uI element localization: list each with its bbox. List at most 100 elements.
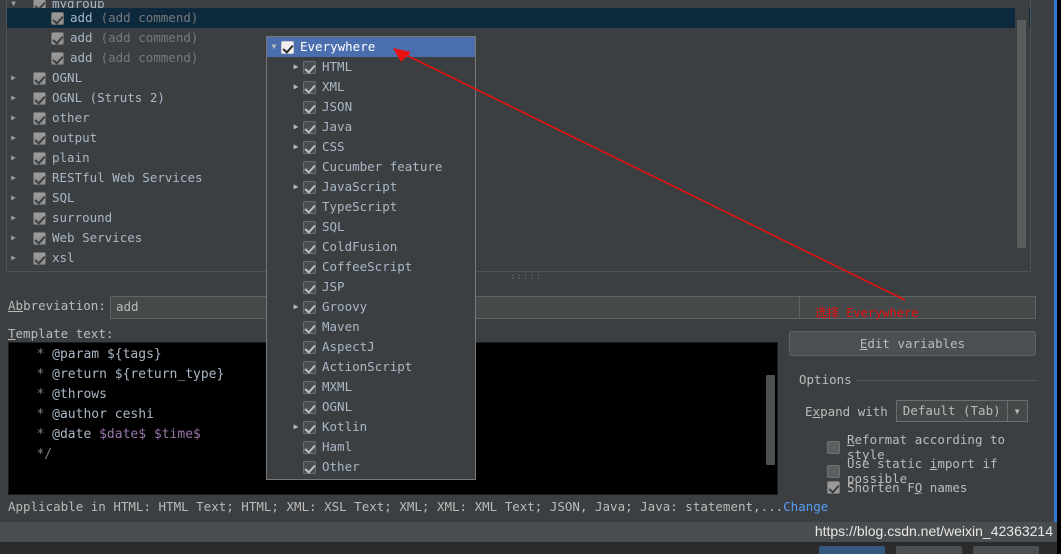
popup-row-checkbox[interactable] <box>303 100 316 114</box>
popup-row[interactable]: CSS <box>267 137 475 157</box>
popup-row-checkbox[interactable] <box>303 340 316 354</box>
popup-expand-arrow[interactable] <box>289 417 303 437</box>
tree-row-checkbox[interactable] <box>33 231 46 245</box>
editor-scrollbar-thumb[interactable] <box>766 375 775 465</box>
popup-expand-arrow[interactable] <box>289 57 303 77</box>
chevron-down-icon[interactable]: ▼ <box>1006 401 1027 421</box>
popup-row[interactable]: ActionScript <box>267 357 475 377</box>
tree-row-checkbox[interactable] <box>33 171 46 185</box>
tree-row-checkbox[interactable] <box>51 51 64 65</box>
tree-expand-arrow[interactable] <box>7 88 20 108</box>
popup-row-checkbox[interactable] <box>303 460 316 474</box>
popup-row-checkbox[interactable] <box>303 440 316 454</box>
popup-row-checkbox[interactable] <box>303 60 316 74</box>
popup-row-checkbox[interactable] <box>303 380 316 394</box>
popup-row[interactable]: ColdFusion <box>267 237 475 257</box>
tree-row-checkbox[interactable] <box>51 31 64 45</box>
popup-row[interactable]: Groovy <box>267 297 475 317</box>
popup-row[interactable]: Java <box>267 117 475 137</box>
tree-expand-arrow[interactable] <box>7 228 20 248</box>
tree-row-checkbox[interactable] <box>33 251 46 265</box>
popup-row[interactable]: Cucumber feature <box>267 157 475 177</box>
tree-row[interactable]: OGNL (Struts 2) <box>7 88 1030 108</box>
tree-row[interactable]: xsl <box>7 248 1030 268</box>
tree-expand-arrow[interactable] <box>7 208 20 228</box>
popup-row[interactable]: JSP <box>267 277 475 297</box>
popup-expand-arrow[interactable] <box>289 297 303 317</box>
popup-expand-arrow[interactable] <box>289 117 303 137</box>
expand-with-select[interactable]: Default (Tab) ▼ <box>895 400 1028 422</box>
template-groups-tree[interactable]: mygroupadd(add commend)add(add commend)a… <box>6 0 1031 272</box>
popup-row[interactable]: Kotlin <box>267 417 475 437</box>
popup-expand-arrow[interactable] <box>289 77 303 97</box>
tree-row-checkbox[interactable] <box>51 11 64 25</box>
splitter-handle[interactable]: ::::: <box>510 273 541 282</box>
tree-expand-arrow[interactable] <box>7 168 20 188</box>
popup-row[interactable]: Haml <box>267 437 475 457</box>
ok-button[interactable] <box>819 546 885 554</box>
popup-row[interactable]: HTML <box>267 57 475 77</box>
tree-expand-arrow[interactable] <box>7 188 20 208</box>
popup-row[interactable]: XML <box>267 77 475 97</box>
tree-expand-arrow[interactable] <box>7 148 20 168</box>
tree-row[interactable]: add (add commend) <box>7 48 1030 68</box>
popup-row-checkbox[interactable] <box>303 280 316 294</box>
popup-row-checkbox[interactable] <box>303 200 316 214</box>
popup-expand-arrow[interactable] <box>289 137 303 157</box>
tree-row[interactable]: plain <box>7 148 1030 168</box>
popup-row[interactable]: CoffeeScript <box>267 257 475 277</box>
popup-row[interactable]: MXML <box>267 377 475 397</box>
tree-expand-arrow[interactable] <box>7 248 20 268</box>
popup-row-checkbox[interactable] <box>303 180 316 194</box>
tree-row[interactable]: SQL <box>7 188 1030 208</box>
popup-row-checkbox[interactable] <box>303 420 316 434</box>
popup-row[interactable]: JavaScript <box>267 177 475 197</box>
reformat-checkbox[interactable] <box>827 440 840 454</box>
change-context-link[interactable]: Change <box>783 499 828 514</box>
popup-row-checkbox[interactable] <box>303 260 316 274</box>
popup-expand-arrow[interactable] <box>267 37 281 57</box>
tree-row[interactable]: other <box>7 108 1030 128</box>
popup-row-checkbox[interactable] <box>303 300 316 314</box>
popup-row-checkbox[interactable] <box>303 240 316 254</box>
popup-row-checkbox[interactable] <box>281 40 294 54</box>
popup-row[interactable]: AspectJ <box>267 337 475 357</box>
cancel-button[interactable] <box>896 546 962 554</box>
edit-variables-button[interactable]: Edit variables <box>789 331 1036 356</box>
tree-expand-arrow[interactable] <box>7 0 20 8</box>
tree-row[interactable]: Web Services <box>7 228 1030 248</box>
tree-row[interactable]: mygroup <box>7 0 1030 8</box>
popup-row[interactable]: SQL <box>267 217 475 237</box>
tree-row-checkbox[interactable] <box>33 131 46 145</box>
popup-row[interactable]: TypeScript <box>267 197 475 217</box>
context-language-popup[interactable]: Everywhere HTML XML JSON Java CSS Cucumber fea… <box>266 36 476 480</box>
tree-row-checkbox[interactable] <box>33 91 46 105</box>
popup-row-checkbox[interactable] <box>303 120 316 134</box>
popup-row-checkbox[interactable] <box>303 320 316 334</box>
tree-row[interactable]: add (add commend) <box>7 28 1030 48</box>
tree-row-checkbox[interactable] <box>33 191 46 205</box>
popup-row[interactable]: JSON <box>267 97 475 117</box>
popup-row-checkbox[interactable] <box>303 220 316 234</box>
tree-scrollbar[interactable] <box>1015 0 1029 270</box>
tree-row-checkbox[interactable] <box>33 0 46 8</box>
tree-expand-arrow[interactable] <box>7 108 20 128</box>
popup-row-checkbox[interactable] <box>303 80 316 94</box>
popup-expand-arrow[interactable] <box>289 177 303 197</box>
popup-row-checkbox[interactable] <box>303 360 316 374</box>
popup-row[interactable]: OGNL <box>267 397 475 417</box>
tree-row[interactable]: OGNL <box>7 68 1030 88</box>
tree-row-checkbox[interactable] <box>33 211 46 225</box>
popup-row-checkbox[interactable] <box>303 140 316 154</box>
tree-expand-arrow[interactable] <box>7 128 20 148</box>
popup-row[interactable]: Maven <box>267 317 475 337</box>
popup-row-checkbox[interactable] <box>303 400 316 414</box>
tree-row-checkbox[interactable] <box>33 151 46 165</box>
popup-row[interactable]: Other <box>267 457 475 477</box>
tree-row-checkbox[interactable] <box>33 111 46 125</box>
tree-row-checkbox[interactable] <box>33 71 46 85</box>
shorten-fq-checkbox[interactable] <box>827 481 840 494</box>
tree-row[interactable]: add (add commend) <box>7 8 1030 28</box>
shorten-fq-checkbox-row[interactable]: Shorten FQ names <box>827 480 967 495</box>
popup-row[interactable]: Everywhere <box>267 37 475 57</box>
